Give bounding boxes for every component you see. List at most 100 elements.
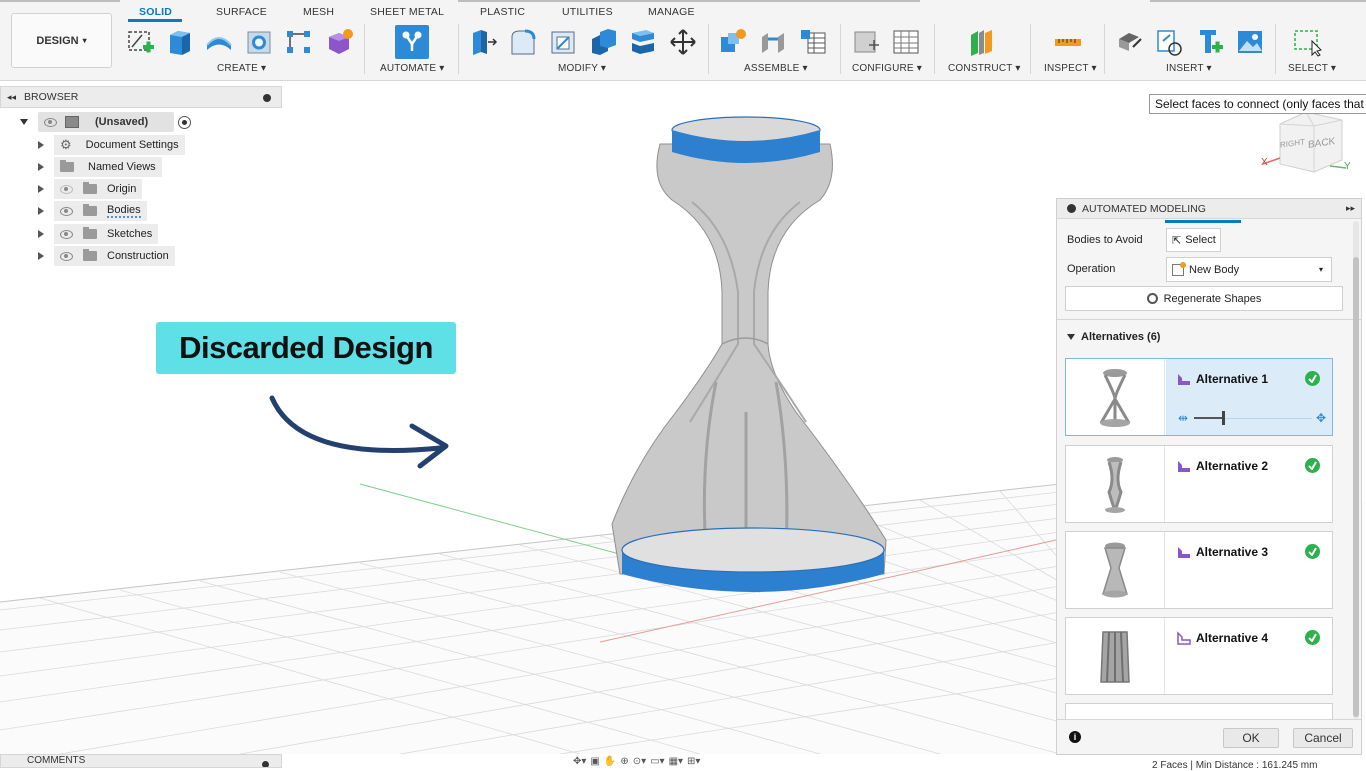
hidden-eye-icon[interactable]	[60, 184, 73, 194]
tab-mesh[interactable]: MESH	[303, 6, 334, 18]
valid-check-icon	[1305, 630, 1320, 645]
move-copy-icon[interactable]	[668, 26, 698, 58]
expand-triangle-icon[interactable]	[38, 207, 44, 215]
bodies-to-avoid-select-button[interactable]: ⇱ Select	[1166, 228, 1221, 252]
shell-icon[interactable]	[548, 26, 578, 58]
window-select-icon[interactable]	[1292, 26, 1322, 58]
visibility-eye-icon[interactable]	[60, 229, 73, 239]
info-icon[interactable]: i	[1069, 731, 1081, 743]
display-settings-icon[interactable]: ▭▾	[650, 756, 664, 767]
group-automate[interactable]: AUTOMATE ▾	[380, 63, 444, 74]
comments-panel-header[interactable]: COMMENTS	[0, 754, 282, 768]
slider-handle[interactable]	[1222, 411, 1225, 425]
look-at-icon[interactable]: ▣	[590, 756, 599, 767]
fillet-icon[interactable]	[508, 26, 538, 58]
grid-settings-icon[interactable]: ▦▾	[669, 756, 683, 767]
add-comment-icon[interactable]	[262, 761, 269, 767]
joint-icon[interactable]	[758, 26, 788, 58]
browser-item-named-views[interactable]: Named Views	[38, 157, 162, 177]
scrollbar-thumb[interactable]	[1353, 257, 1359, 717]
browser-item-label: Bodies	[107, 204, 141, 218]
group-inspect[interactable]: INSPECT ▾	[1044, 63, 1097, 74]
cancel-button[interactable]: Cancel	[1293, 728, 1353, 748]
insert-mcmaster-icon[interactable]	[1155, 26, 1185, 58]
orbit-icon[interactable]: ✥▾	[573, 756, 586, 767]
group-insert[interactable]: INSERT ▾	[1166, 63, 1212, 74]
visibility-eye-icon[interactable]	[60, 206, 73, 216]
extrude-icon[interactable]	[164, 26, 194, 58]
collapse-circle-icon[interactable]	[1067, 204, 1076, 213]
alternative-card-5-partial[interactable]	[1065, 703, 1333, 719]
panel-header[interactable]: AUTOMATED MODELING ▸▸	[1057, 199, 1361, 219]
browser-item-sketches[interactable]: Sketches	[38, 224, 159, 244]
expand-triangle-icon[interactable]	[38, 163, 44, 171]
automate-icon[interactable]	[395, 25, 429, 59]
group-construct[interactable]: CONSTRUCT ▾	[948, 63, 1021, 74]
measure-icon[interactable]	[1053, 26, 1083, 58]
document-icon	[65, 116, 79, 128]
browser-item-document-settings[interactable]: ⚙ Document Settings	[38, 135, 185, 155]
browser-panel-header[interactable]: ◂◂ BROWSER	[0, 86, 282, 108]
revolve-icon[interactable]	[204, 26, 234, 58]
construct-plane-icon[interactable]	[968, 26, 998, 58]
tab-solid[interactable]: SOLID	[139, 6, 172, 18]
browser-root-row[interactable]: (Unsaved)	[20, 112, 191, 132]
expand-panel-icon[interactable]: ▸▸	[1346, 203, 1355, 214]
insert-canvas-icon[interactable]	[1235, 26, 1265, 58]
viewports-icon[interactable]: ⊞▾	[687, 756, 700, 767]
form-icon[interactable]	[324, 26, 354, 58]
zoom-icon[interactable]: ⊕	[620, 756, 628, 767]
browser-item-construction[interactable]: Construction	[38, 246, 175, 266]
workspace-switcher-button[interactable]: DESIGN ▾	[11, 13, 112, 68]
expand-triangle-icon[interactable]	[20, 119, 28, 125]
browser-item-bodies[interactable]: Bodies	[38, 201, 147, 221]
alternative-card-1[interactable]: Alternative 1 ⇹ ✥	[1065, 358, 1333, 436]
alternatives-section-header[interactable]: Alternatives (6)	[1067, 331, 1160, 343]
tab-utilities[interactable]: UTILITIES	[562, 6, 613, 18]
alternative-card-4[interactable]: Alternative 4	[1065, 617, 1333, 695]
tab-surface[interactable]: SURFACE	[216, 6, 267, 18]
group-modify[interactable]: MODIFY ▾	[558, 63, 606, 74]
group-insert-label: INSERT	[1166, 63, 1204, 74]
pin-icon[interactable]	[263, 94, 271, 102]
alternative-1-slider[interactable]: ⇹ ✥	[1178, 411, 1326, 425]
tab-plastic[interactable]: PLASTIC	[480, 6, 525, 18]
bill-of-materials-icon[interactable]	[798, 26, 828, 58]
ok-button[interactable]: OK	[1223, 728, 1279, 748]
collapse-panel-icon[interactable]: ◂◂	[7, 92, 16, 103]
alternative-3-name: Alternative 3	[1196, 545, 1269, 559]
operation-dropdown[interactable]: New Body ▾	[1166, 257, 1332, 282]
panel-scrollbar[interactable]	[1353, 221, 1359, 719]
insert-derive-icon[interactable]	[1115, 26, 1145, 58]
rectangular-pattern-icon[interactable]	[284, 26, 314, 58]
configure-icon[interactable]	[851, 26, 881, 58]
create-sketch-icon[interactable]	[126, 26, 156, 58]
collapse-triangle-icon[interactable]	[1067, 334, 1075, 340]
split-body-icon[interactable]	[628, 26, 658, 58]
combine-icon[interactable]	[588, 26, 618, 58]
tab-manage[interactable]: MANAGE	[648, 6, 695, 18]
group-select[interactable]: SELECT ▾	[1288, 63, 1336, 74]
expand-triangle-icon[interactable]	[38, 230, 44, 238]
visibility-eye-icon[interactable]	[60, 251, 73, 261]
hole-icon[interactable]	[244, 26, 274, 58]
browser-item-origin[interactable]: Origin	[38, 179, 143, 199]
pan-icon[interactable]: ✋	[604, 756, 616, 767]
configuration-table-icon[interactable]	[891, 26, 921, 58]
visibility-eye-icon[interactable]	[44, 117, 57, 127]
alternative-card-3[interactable]: Alternative 3	[1065, 531, 1333, 609]
group-configure[interactable]: CONFIGURE ▾	[852, 63, 922, 74]
regenerate-shapes-button[interactable]: Regenerate Shapes	[1065, 286, 1343, 311]
group-assemble[interactable]: ASSEMBLE ▾	[744, 63, 808, 74]
active-radio-icon[interactable]	[178, 115, 191, 129]
expand-triangle-icon[interactable]	[38, 252, 44, 260]
expand-triangle-icon[interactable]	[38, 141, 44, 149]
insert-component-icon[interactable]	[1195, 26, 1225, 58]
fit-icon[interactable]: ⊙▾	[633, 756, 646, 767]
new-component-icon[interactable]	[718, 26, 748, 58]
expand-triangle-icon[interactable]	[38, 185, 44, 193]
press-pull-icon[interactable]	[468, 26, 498, 58]
group-create[interactable]: CREATE ▾	[217, 63, 266, 74]
alternative-card-2[interactable]: Alternative 2	[1065, 445, 1333, 523]
tab-sheet-metal[interactable]: SHEET METAL	[370, 6, 444, 18]
